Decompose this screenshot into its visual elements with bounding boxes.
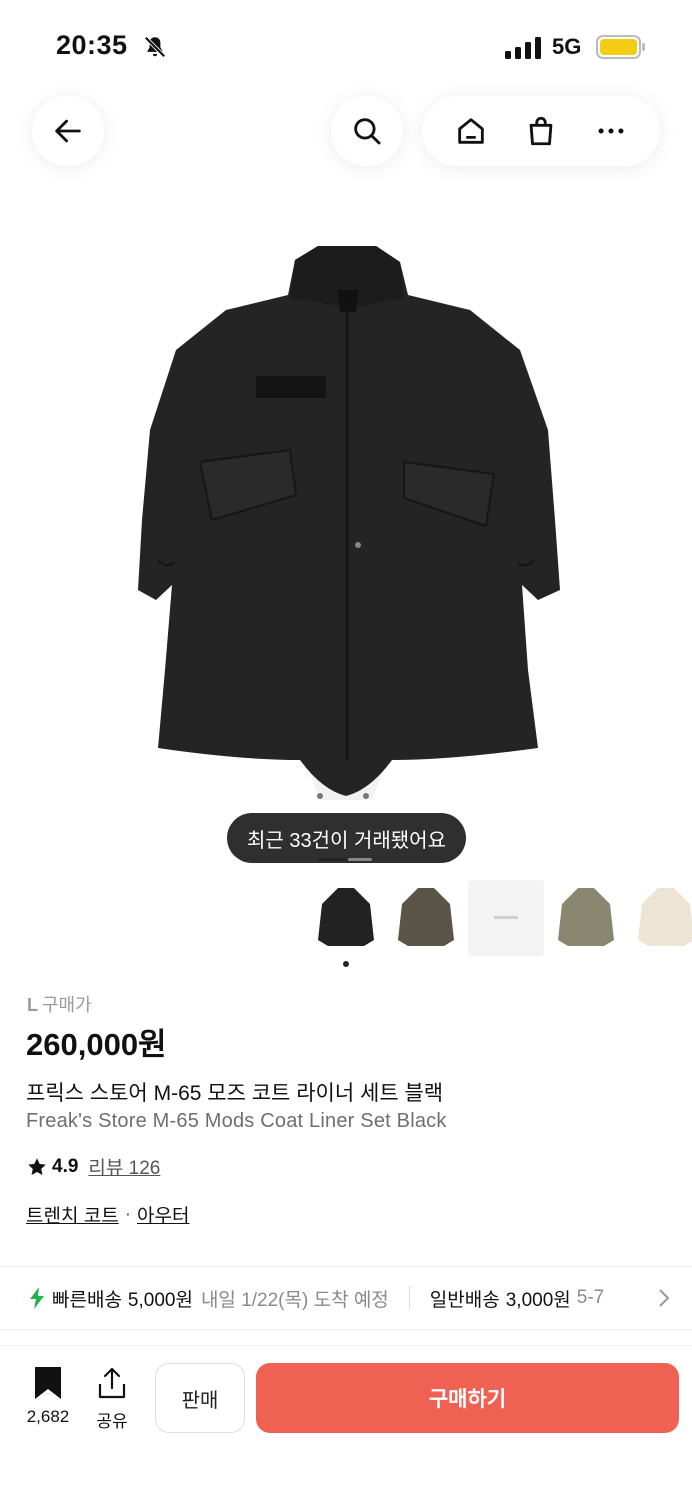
size-value: L xyxy=(27,995,38,1015)
signal-icon xyxy=(505,37,541,59)
more-icon xyxy=(598,128,624,134)
category-breadcrumb: 트렌치 코트 · 아우터 xyxy=(26,1201,189,1228)
bell-off-icon xyxy=(143,35,167,59)
search-button[interactable] xyxy=(331,96,403,166)
price-type-label: 구매가 xyxy=(42,995,92,1015)
reviews-link[interactable]: 리뷰 126 xyxy=(88,1153,160,1180)
category-separator: · xyxy=(124,1203,132,1225)
carousel-indicator-inactive xyxy=(348,858,372,861)
normal-shipping-date: 5-7 xyxy=(576,1287,605,1308)
product-title-ko: 프릭스 스토어 M-65 모즈 코트 라이너 세트 블랙 xyxy=(26,1082,444,1105)
bookmark-icon xyxy=(35,1367,61,1399)
bottom-action-bar: 2,682 공유 판매 구매하기 xyxy=(0,1345,692,1500)
product-image[interactable] xyxy=(0,200,692,860)
share-icon xyxy=(98,1367,126,1399)
bookmark-count: 2,682 xyxy=(26,1407,70,1426)
more-button[interactable] xyxy=(586,106,636,156)
thumbnail-cream-coat[interactable] xyxy=(628,880,692,956)
share-label: 공유 xyxy=(96,1412,128,1431)
normal-shipping-label: 일반배송 xyxy=(429,1289,500,1311)
chevron-right-icon xyxy=(656,1287,672,1309)
nav-action-group xyxy=(422,96,660,166)
carousel-indicator-active xyxy=(318,858,346,861)
fast-shipping-date: 내일 1/22(목) 도착 예정 xyxy=(200,1289,389,1311)
shopping-bag-icon xyxy=(529,116,553,146)
product-price: 260,000원 xyxy=(26,1027,167,1062)
status-bar: 20:35 5G xyxy=(0,0,692,90)
category-link-sub[interactable]: 아우터 xyxy=(137,1201,189,1228)
thumbnail-box-label[interactable] xyxy=(468,880,544,956)
buy-button[interactable]: 구매하기 xyxy=(256,1363,679,1433)
sell-button[interactable]: 판매 xyxy=(155,1363,245,1433)
lightning-icon xyxy=(30,1287,44,1309)
back-button[interactable] xyxy=(32,96,104,166)
home-icon xyxy=(458,118,484,144)
share-button[interactable]: 공유 xyxy=(90,1366,134,1432)
thumbnail-black-coat[interactable] xyxy=(308,880,384,956)
thumbnail-olive-coat[interactable] xyxy=(388,880,464,956)
trade-count-badge: 최근 33건이 거래됐어요 xyxy=(227,813,466,863)
bookmark-button[interactable]: 2,682 xyxy=(18,1366,78,1427)
shipping-separator xyxy=(408,1286,410,1310)
star-icon xyxy=(28,1157,46,1175)
battery-icon xyxy=(596,35,645,59)
thumbnail-selected-dot xyxy=(343,961,349,967)
divider xyxy=(0,1329,692,1330)
home-button[interactable] xyxy=(446,106,496,156)
fast-shipping-label: 빠른배송 xyxy=(52,1289,122,1311)
status-time: 20:35 xyxy=(56,30,128,60)
product-title-en: Freak's Store M-65 Mods Coat Liner Set B… xyxy=(26,1110,447,1132)
rating-row: 4.9 리뷰 126 xyxy=(26,1153,160,1180)
shipping-options[interactable]: 빠른배송 5,000원 내일 1/22(목) 도착 예정 일반배송 3,000원… xyxy=(0,1267,692,1329)
normal-shipping-price: 3,000원 xyxy=(505,1289,571,1311)
size-price-label: L 구매가 xyxy=(27,991,92,1017)
carousel-indicator xyxy=(318,858,372,862)
thumbnail-strip xyxy=(308,880,692,960)
shopping-bag-button[interactable] xyxy=(516,106,566,156)
search-icon xyxy=(354,118,381,145)
rating-score: 4.9 xyxy=(52,1155,79,1177)
fast-shipping-price: 5,000원 xyxy=(127,1289,193,1311)
thumbnail-khaki-coat[interactable] xyxy=(548,880,624,956)
back-arrow-icon xyxy=(55,119,81,143)
category-link-main[interactable]: 트렌치 코트 xyxy=(26,1201,119,1228)
network-label: 5G xyxy=(552,34,582,59)
